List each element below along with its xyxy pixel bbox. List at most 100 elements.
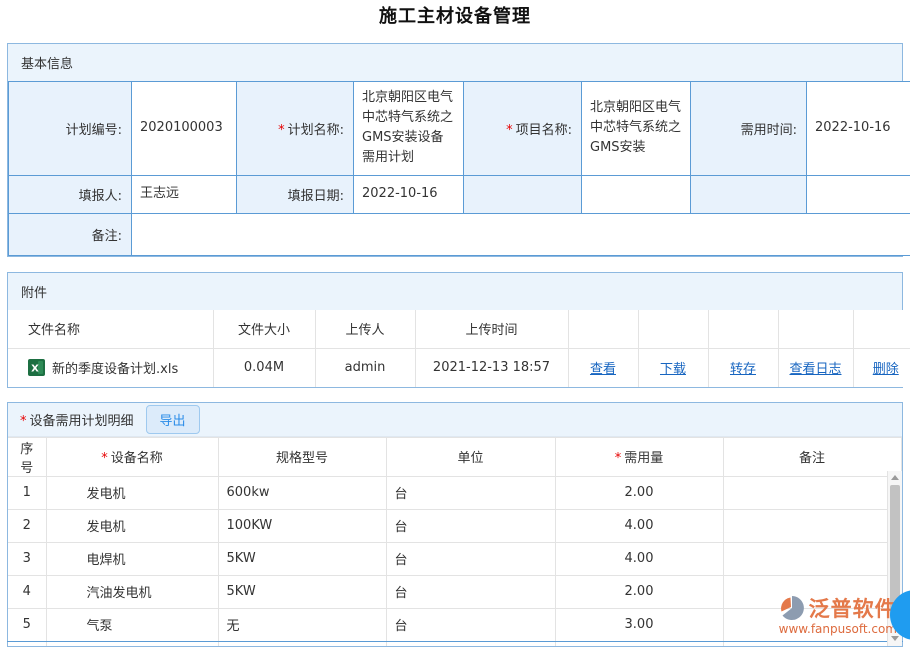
action-cell: 转存	[708, 349, 778, 387]
upload-time-header: 上传时间	[415, 310, 568, 349]
fill-date-label: 填报日期:	[237, 175, 354, 213]
remark-label: 备注:	[9, 213, 132, 255]
empty-cell	[708, 310, 778, 349]
download-link[interactable]: 下载	[660, 362, 686, 377]
device-name-cell: 汽油发电机	[46, 575, 218, 608]
seq-header: 序号	[8, 437, 46, 476]
unit-cell: 台	[386, 608, 555, 641]
qty-cell: 3.00	[555, 608, 723, 641]
plan-name-label: *计划名称:	[237, 82, 354, 176]
empty-cell	[807, 175, 910, 213]
detail-table: 序号 *设备名称 规格型号 单位 *需用量 备注 1 发电机 600kw 台 2…	[8, 437, 902, 647]
detail-section: *设备需用计划明细 导出 序号 *设备名称 规格型号 单位 *需用量 备注 1 …	[7, 402, 903, 647]
field-label: 填报人:	[79, 189, 122, 204]
plan-no-value: 2020100003	[132, 82, 237, 176]
attachments-section-title: 附件	[8, 273, 902, 310]
required-mark: *	[278, 123, 285, 138]
seq-cell: 4	[8, 575, 46, 608]
spec-cell: 5KW	[218, 575, 386, 608]
field-label: 需用时间:	[741, 123, 797, 138]
attachments-section: 附件 文件名称 文件大小 上传人 上传时间 X 新的季度设备计划.xls	[7, 272, 903, 388]
view-link[interactable]: 查看	[590, 362, 616, 377]
action-cell: 下载	[638, 349, 708, 387]
qty-cell: 4.00	[555, 542, 723, 575]
seq-cell: 3	[8, 542, 46, 575]
spec-cell: 无	[218, 608, 386, 641]
table-header-row: 序号 *设备名称 规格型号 单位 *需用量 备注	[8, 437, 901, 476]
unit-cell: 台	[386, 509, 555, 542]
basic-info-table: 计划编号: 2020100003 *计划名称: 北京朝阳区电气中芯特气系统之GM…	[8, 81, 910, 256]
spec-header: 规格型号	[218, 437, 386, 476]
field-label: 项目名称:	[516, 123, 572, 138]
table-row: 2 发电机 100KW 台 4.00	[8, 509, 901, 542]
filler-label: 填报人:	[9, 175, 132, 213]
transfer-link[interactable]: 转存	[730, 362, 756, 377]
required-mark: *	[615, 451, 622, 466]
uploader-header: 上传人	[315, 310, 415, 349]
excel-icon: X	[28, 359, 45, 376]
brand-watermark: 泛普软件 www.fanpusoft.com	[779, 593, 897, 636]
delete-link[interactable]: 删除	[873, 362, 899, 377]
need-time-value: 2022-10-16	[807, 82, 910, 176]
view-log-link[interactable]: 查看日志	[789, 362, 841, 377]
filler-value: 王志远	[132, 175, 237, 213]
empty-cell	[464, 175, 582, 213]
field-label: 填报日期:	[288, 189, 344, 204]
attachments-table: 文件名称 文件大小 上传人 上传时间 X 新的季度设备计划.xls 0.04M …	[8, 310, 910, 387]
empty-cell	[568, 310, 638, 349]
seq-cell: 5	[8, 608, 46, 641]
unit-cell: 台	[386, 476, 555, 509]
section-bottom-border	[7, 641, 903, 642]
action-cell: 查看	[568, 349, 638, 387]
export-button[interactable]: 导出	[146, 405, 200, 434]
device-name-header: *设备名称	[46, 437, 218, 476]
empty-cell	[853, 310, 910, 349]
file-size-cell: 0.04M	[213, 349, 315, 387]
required-mark: *	[20, 414, 27, 429]
uploader-cell: admin	[315, 349, 415, 387]
attachment-row: X 新的季度设备计划.xls 0.04M admin 2021-12-13 18…	[8, 349, 910, 387]
need-time-label: 需用时间:	[691, 82, 807, 176]
device-name-cell: 发电机	[46, 476, 218, 509]
file-size-header: 文件大小	[213, 310, 315, 349]
file-name-text: 新的季度设备计划.xls	[52, 358, 178, 377]
remark-cell	[723, 476, 901, 509]
table-row: 备注:	[9, 213, 910, 255]
table-row: 填报人: 王志远 填报日期: 2022-10-16	[9, 175, 910, 213]
remark-header: 备注	[723, 437, 901, 476]
header-label: 需用量	[624, 451, 663, 466]
table-row: 1 发电机 600kw 台 2.00	[8, 476, 901, 509]
spec-cell: 100KW	[218, 509, 386, 542]
basic-info-section: 基本信息 计划编号: 2020100003 *计划名称: 北京朝阳区电气中芯特气…	[7, 43, 903, 257]
file-name-cell: X 新的季度设备计划.xls	[8, 349, 213, 387]
qty-cell: 2.00	[555, 575, 723, 608]
remark-value	[132, 213, 910, 255]
unit-cell: 台	[386, 575, 555, 608]
table-row: 4 汽油发电机 5KW 台 2.00	[8, 575, 901, 608]
fanpu-logo-icon	[779, 595, 805, 621]
table-row: 3 电焊机 5KW 台 4.00	[8, 542, 901, 575]
spec-cell: 5KW	[218, 542, 386, 575]
upload-time-cell: 2021-12-13 18:57	[415, 349, 568, 387]
header-label: 设备名称	[111, 451, 163, 466]
svg-text:X: X	[31, 364, 39, 375]
empty-cell	[638, 310, 708, 349]
empty-cell	[691, 175, 807, 213]
brand-name: 泛普软件	[809, 593, 897, 623]
empty-cell	[582, 175, 691, 213]
scroll-up-icon[interactable]	[888, 471, 902, 483]
plan-no-label: 计划编号:	[9, 82, 132, 176]
spec-cell: 600kw	[218, 476, 386, 509]
project-name-label: *项目名称:	[464, 82, 582, 176]
action-cell: 删除	[853, 349, 910, 387]
detail-section-title: *设备需用计划明细	[20, 410, 134, 429]
fill-date-value: 2022-10-16	[354, 175, 464, 213]
seq-cell: 2	[8, 509, 46, 542]
table-row: 5 气泵 无 台 3.00	[8, 608, 901, 641]
detail-title-text: 设备需用计划明细	[30, 414, 134, 429]
plan-name-value: 北京朝阳区电气中芯特气系统之GMS安装设备需用计划	[354, 82, 464, 176]
detail-section-title-bar: *设备需用计划明细 导出	[8, 403, 902, 437]
unit-cell: 台	[386, 542, 555, 575]
qty-header: *需用量	[555, 437, 723, 476]
seq-cell: 1	[8, 476, 46, 509]
